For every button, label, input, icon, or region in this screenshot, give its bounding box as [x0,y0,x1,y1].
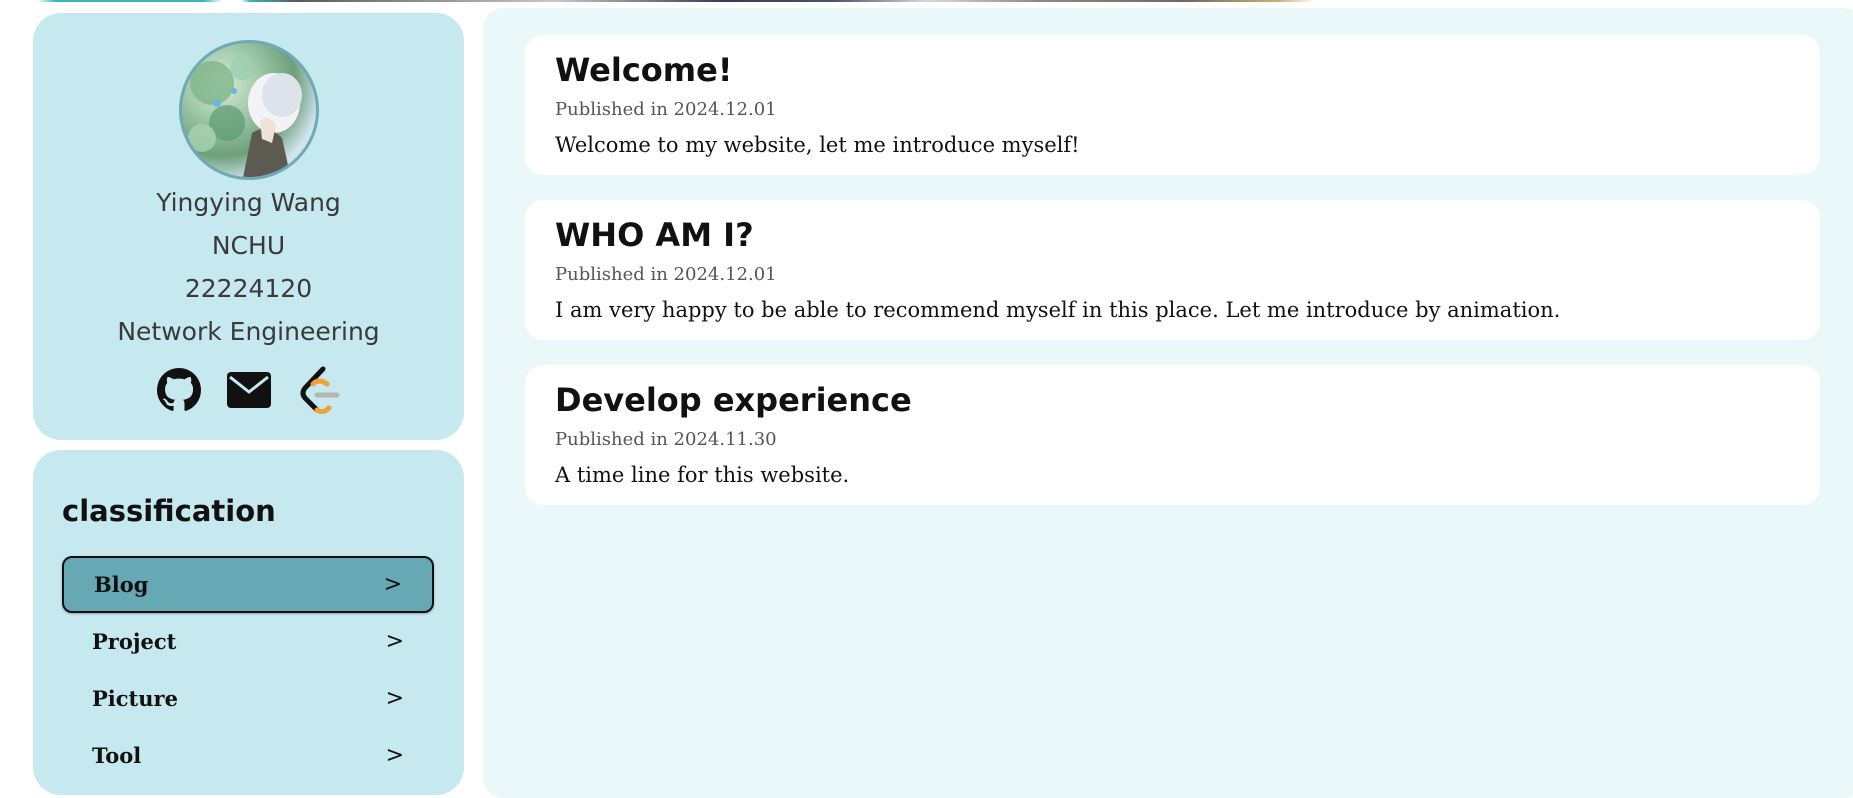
post-description: Welcome to my website, let me introduce … [555,133,1080,157]
social-links [156,366,341,414]
post-description: A time line for this website. [555,463,850,487]
classification-list: Blog > Project > Picture > Tool > [62,556,434,784]
post-title: Develop experience [555,381,912,419]
avatar-illustration [187,56,302,177]
post-date: Published in 2024.12.01 [555,99,777,120]
mail-icon[interactable] [226,367,271,413]
profile-major: Network Engineering [117,317,380,346]
classification-card: classification Blog > Project > Picture … [33,450,464,795]
post-title: Welcome! [555,51,733,89]
github-icon[interactable] [156,367,201,413]
leetcode-icon[interactable] [297,366,341,414]
post-card[interactable]: Welcome! Published in 2024.12.01 Welcome… [525,35,1820,175]
classification-item-blog[interactable]: Blog > [62,556,434,613]
post-description: I am very happy to be able to recommend … [555,298,1561,322]
post-date: Published in 2024.11.30 [555,429,777,450]
chevron-right-icon: > [385,686,404,711]
chevron-right-icon: > [385,629,404,654]
profile-student-id: 22224120 [184,274,313,303]
chevron-right-icon: > [385,743,404,768]
classification-item-label: Blog [94,572,149,597]
top-banner-strip [0,0,1853,2]
main-content: Welcome! Published in 2024.12.01 Welcome… [483,8,1853,798]
classification-item-tool[interactable]: Tool > [62,727,434,784]
post-card[interactable]: WHO AM I? Published in 2024.12.01 I am v… [525,200,1820,340]
profile-school: NCHU [211,231,286,260]
classification-item-label: Project [92,629,177,654]
classification-item-picture[interactable]: Picture > [62,670,434,727]
classification-item-project[interactable]: Project > [62,613,434,670]
post-title: WHO AM I? [555,216,754,254]
classification-item-label: Picture [92,686,178,711]
profile-card: Yingying Wang NCHU 22224120 Network Engi… [33,13,464,440]
chevron-right-icon: > [383,572,402,597]
avatar [178,40,319,180]
profile-name: Yingying Wang [156,188,341,217]
classification-item-label: Tool [92,743,142,768]
classification-title: classification [62,494,276,528]
post-card[interactable]: Develop experience Published in 2024.11.… [525,365,1820,505]
post-date: Published in 2024.12.01 [555,264,777,285]
